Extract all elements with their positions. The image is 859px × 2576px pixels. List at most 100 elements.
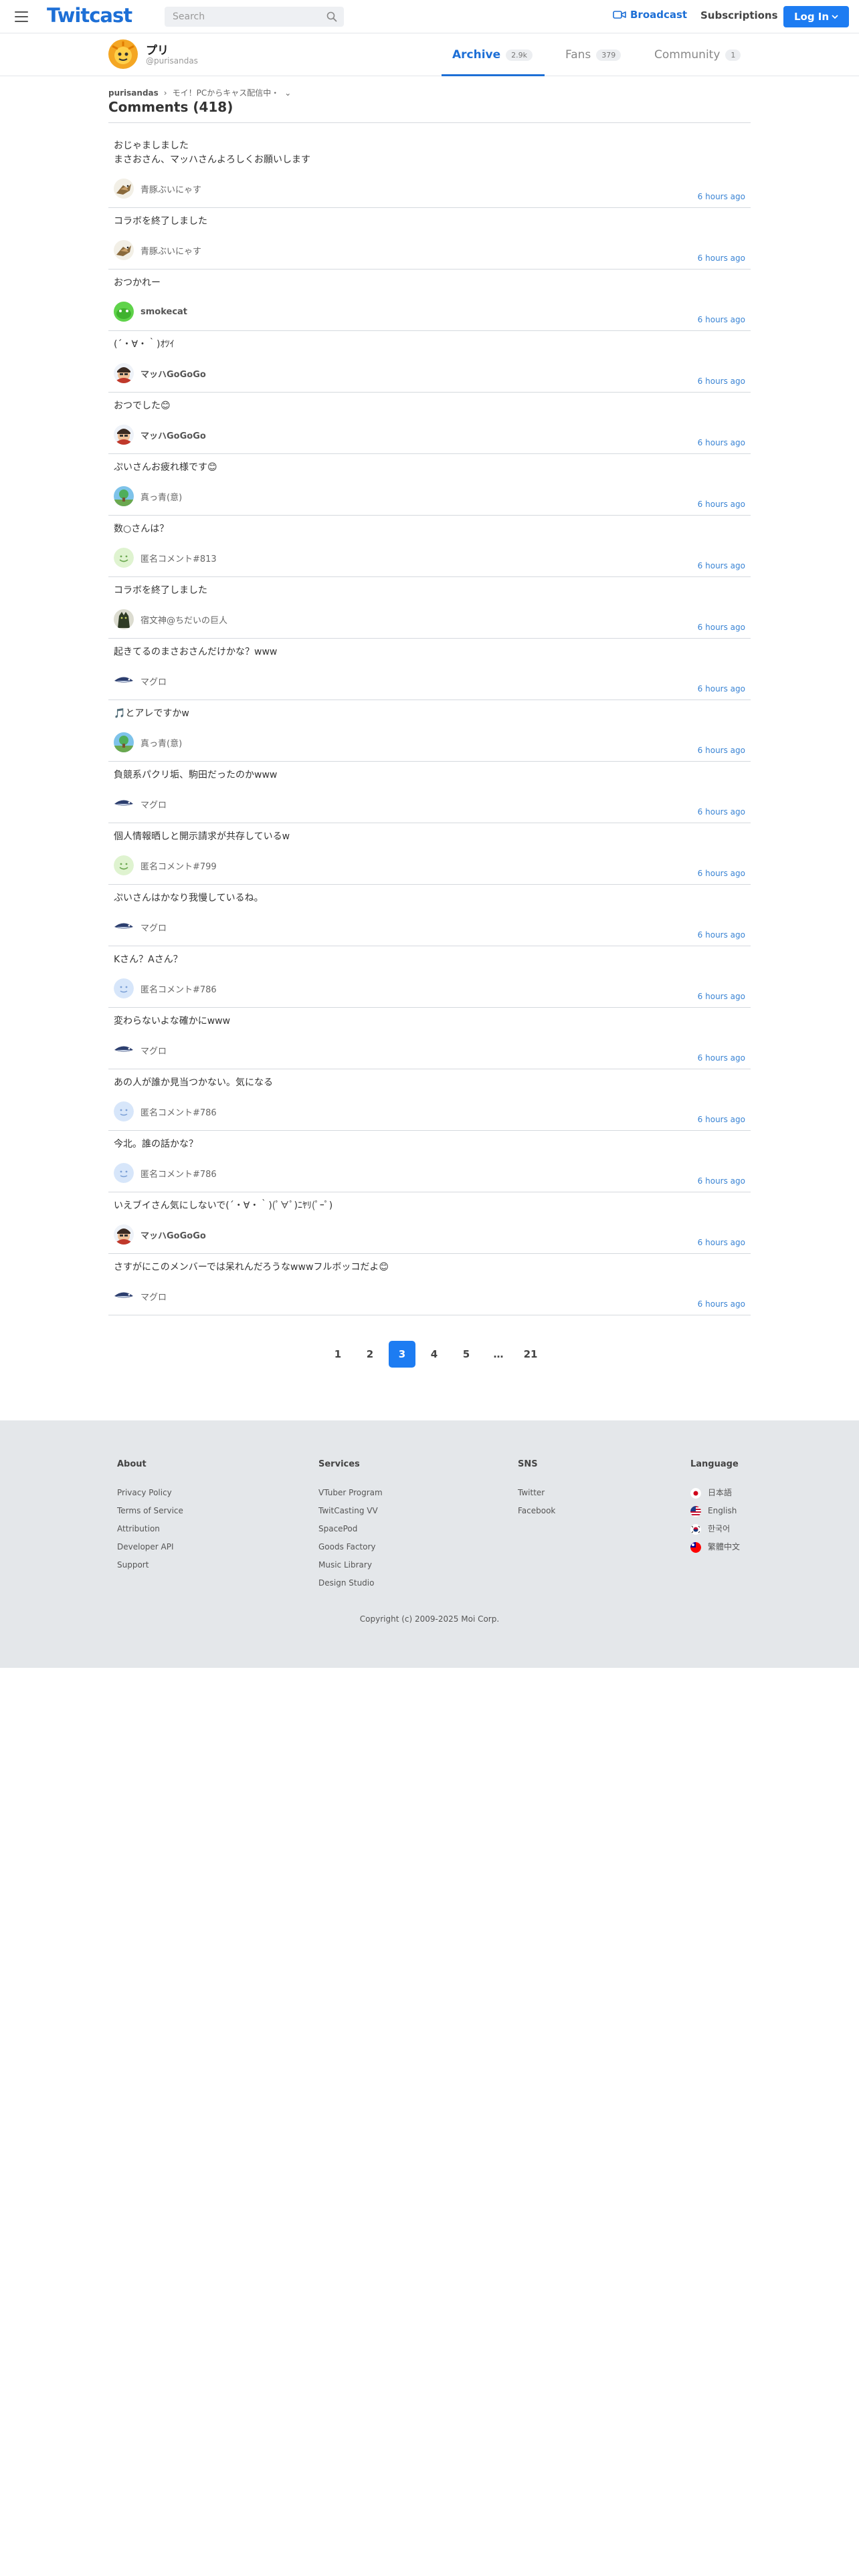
comment-author[interactable]: 青豚ぶいにゃす	[114, 240, 201, 260]
landscape-avatar[interactable]	[114, 732, 134, 752]
comment-author[interactable]: 匿名コメント#786	[114, 978, 217, 998]
comment-author[interactable]: マグロ	[114, 794, 167, 814]
comment-author[interactable]: 真っ青(意)	[114, 486, 182, 506]
page-button[interactable]: 5	[453, 1341, 480, 1368]
comment-timestamp[interactable]: 6 hours ago	[698, 1238, 745, 1247]
language-japanese[interactable]: 日本語	[690, 1484, 740, 1502]
comment-timestamp[interactable]: 6 hours ago	[698, 1115, 745, 1124]
blue-avatar[interactable]	[114, 1101, 134, 1121]
comment-author[interactable]: 青豚ぶいにゃす	[114, 179, 201, 199]
comment-timestamp[interactable]: 6 hours ago	[698, 438, 745, 447]
character-avatar[interactable]	[114, 363, 134, 383]
comment-author-name[interactable]: マグロ	[140, 675, 167, 687]
comment-timestamp[interactable]: 6 hours ago	[698, 746, 745, 755]
footer-link-developer-api[interactable]: Developer API	[117, 1538, 183, 1556]
comment-author-name[interactable]: 匿名コメント#786	[140, 1167, 217, 1180]
comment-author[interactable]: マッハGoGoGo	[114, 1224, 206, 1245]
page-button[interactable]: 2	[357, 1341, 383, 1368]
subscriptions-link[interactable]: Subscriptions	[700, 9, 778, 21]
comment-timestamp[interactable]: 6 hours ago	[698, 192, 745, 201]
language-english[interactable]: English	[690, 1502, 740, 1520]
comment-author[interactable]: 匿名コメント#799	[114, 855, 217, 875]
comment-author-name[interactable]: 青豚ぶいにゃす	[140, 244, 201, 257]
user-name[interactable]: プリ	[146, 41, 169, 58]
comment-author-name[interactable]: 匿名コメント#786	[140, 1105, 217, 1118]
breadcrumb-home-link[interactable]: purisandas	[108, 88, 159, 98]
bird-avatar[interactable]	[114, 240, 134, 260]
comment-author-name[interactable]: 匿名コメント#786	[140, 982, 217, 995]
blue-avatar[interactable]	[114, 1163, 134, 1183]
comment-author-name[interactable]: マッハGoGoGo	[140, 1228, 206, 1241]
smile-avatar[interactable]	[114, 855, 134, 875]
bird-avatar[interactable]	[114, 179, 134, 199]
tab-community[interactable]: Community 1	[654, 33, 741, 76]
comment-author[interactable]: マグロ	[114, 671, 167, 691]
tuna-avatar[interactable]	[114, 917, 134, 937]
landscape-avatar[interactable]	[114, 486, 134, 506]
chevron-down-icon[interactable]: ⌄	[284, 88, 291, 98]
page-button[interactable]: 4	[421, 1341, 448, 1368]
comment-timestamp[interactable]: 6 hours ago	[698, 1176, 745, 1186]
smile-avatar[interactable]	[114, 548, 134, 568]
twitcast-logo[interactable]: Twitcast	[47, 4, 132, 27]
page-button[interactable]: 21	[517, 1341, 544, 1368]
comment-author[interactable]: 真っ青(意)	[114, 732, 182, 752]
breadcrumb-current[interactable]: モイ！PCからキャス配信中・	[173, 87, 280, 98]
search-input[interactable]	[165, 7, 318, 27]
green-avatar[interactable]	[114, 302, 134, 322]
footer-link-twitter[interactable]: Twitter	[518, 1484, 555, 1502]
comment-author-name[interactable]: マッハGoGoGo	[140, 429, 206, 441]
character-avatar[interactable]	[114, 1224, 134, 1245]
footer-link-privacy[interactable]: Privacy Policy	[117, 1484, 183, 1502]
comment-author-name[interactable]: マグロ	[140, 1044, 167, 1057]
comment-author-name[interactable]: マグロ	[140, 798, 167, 811]
character-avatar[interactable]	[114, 425, 134, 445]
user-avatar[interactable]	[108, 39, 138, 69]
comment-author[interactable]: マッハGoGoGo	[114, 425, 206, 445]
comment-timestamp[interactable]: 6 hours ago	[698, 1299, 745, 1309]
comment-author-name[interactable]: 宿文神@ちだいの巨人	[140, 613, 227, 626]
comment-author-name[interactable]: 匿名コメント#813	[140, 552, 217, 564]
comment-timestamp[interactable]: 6 hours ago	[698, 315, 745, 324]
comment-author[interactable]: 匿名コメント#813	[114, 548, 217, 568]
footer-link-design-studio[interactable]: Design Studio	[318, 1574, 383, 1592]
tab-fans[interactable]: Fans 379	[565, 33, 622, 76]
broadcast-button[interactable]: Broadcast	[613, 9, 687, 21]
tuna-avatar[interactable]	[114, 794, 134, 814]
comment-author-name[interactable]: 真っ青(意)	[140, 736, 182, 749]
footer-link-twitcasting-vv[interactable]: TwitCasting VV	[318, 1502, 383, 1520]
blue-avatar[interactable]	[114, 978, 134, 998]
comment-author-name[interactable]: マグロ	[140, 1290, 167, 1303]
comment-author[interactable]: 匿名コメント#786	[114, 1101, 217, 1121]
dark-avatar[interactable]	[114, 609, 134, 629]
comment-author-name[interactable]: smokecat	[140, 307, 187, 317]
footer-link-music-library[interactable]: Music Library	[318, 1556, 383, 1574]
language-korean[interactable]: 한국어	[690, 1520, 740, 1538]
tuna-avatar[interactable]	[114, 671, 134, 691]
hamburger-menu-icon[interactable]	[13, 9, 29, 25]
comment-timestamp[interactable]: 6 hours ago	[698, 684, 745, 693]
comment-timestamp[interactable]: 6 hours ago	[698, 869, 745, 878]
comment-author[interactable]: smokecat	[114, 302, 187, 322]
footer-link-spacepod[interactable]: SpacePod	[318, 1520, 383, 1538]
comment-timestamp[interactable]: 6 hours ago	[698, 561, 745, 570]
comment-author[interactable]: 宿文神@ちだいの巨人	[114, 609, 227, 629]
comment-author[interactable]: マグロ	[114, 1286, 167, 1306]
tuna-avatar[interactable]	[114, 1286, 134, 1306]
comment-timestamp[interactable]: 6 hours ago	[698, 807, 745, 817]
comment-author[interactable]: マグロ	[114, 917, 167, 937]
comment-author-name[interactable]: 青豚ぶいにゃす	[140, 183, 201, 195]
comment-author-name[interactable]: 真っ青(意)	[140, 490, 182, 503]
comment-timestamp[interactable]: 6 hours ago	[698, 500, 745, 509]
tuna-avatar[interactable]	[114, 1040, 134, 1060]
comment-author[interactable]: マグロ	[114, 1040, 167, 1060]
comment-author-name[interactable]: マッハGoGoGo	[140, 367, 206, 380]
comment-author-name[interactable]: 匿名コメント#799	[140, 859, 217, 872]
comment-author[interactable]: 匿名コメント#786	[114, 1163, 217, 1183]
comment-timestamp[interactable]: 6 hours ago	[698, 1053, 745, 1063]
comment-author-name[interactable]: マグロ	[140, 921, 167, 934]
footer-link-vtuber[interactable]: VTuber Program	[318, 1484, 383, 1502]
footer-link-attribution[interactable]: Attribution	[117, 1520, 183, 1538]
page-button[interactable]: 3	[389, 1341, 415, 1368]
comment-author[interactable]: マッハGoGoGo	[114, 363, 206, 383]
